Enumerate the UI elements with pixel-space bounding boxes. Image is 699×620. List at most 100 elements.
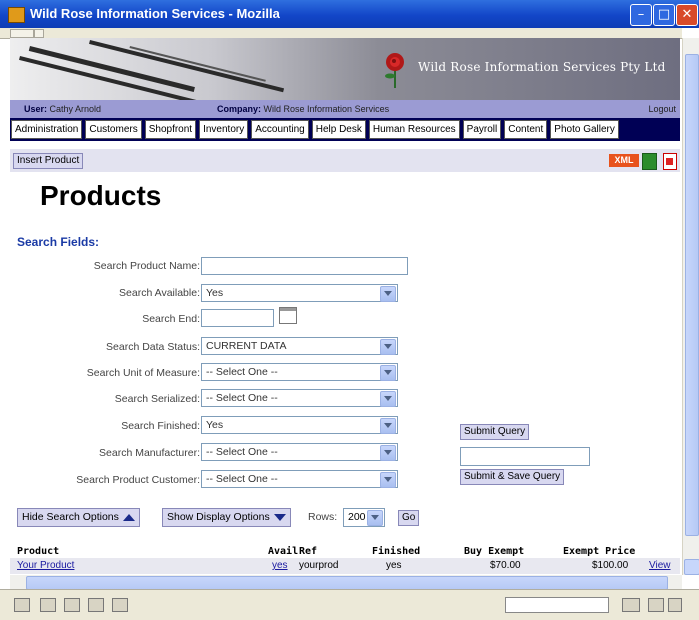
page-title: Products xyxy=(40,180,162,211)
nav-photo-gallery[interactable]: Photo Gallery xyxy=(550,120,619,139)
toolbar-grip-icon[interactable] xyxy=(10,29,34,38)
show-display-options-label: Show Display Options xyxy=(167,511,270,523)
search-unit-of-measure-value: -- Select One -- xyxy=(206,366,278,378)
dropdown-arrow-icon[interactable] xyxy=(380,391,396,407)
search-finished-label: Search Finished: xyxy=(121,420,200,432)
maximize-button[interactable]: □ xyxy=(653,4,675,26)
main-nav: Administration Customers Shopfront Inven… xyxy=(10,118,680,141)
calendar-icon[interactable] xyxy=(279,307,297,324)
search-data-status-label: Search Data Status: xyxy=(106,341,200,353)
column-header-buy-exempt[interactable]: Buy Exempt xyxy=(464,546,524,557)
composer-icon[interactable] xyxy=(64,598,80,612)
search-manufacturer-value: -- Select One -- xyxy=(206,446,278,458)
dropdown-arrow-icon[interactable] xyxy=(380,418,396,434)
submit-save-query-button[interactable]: Submit & Save Query xyxy=(460,469,565,485)
triangle-down-icon xyxy=(273,514,286,521)
search-product-customer-select[interactable]: -- Select One -- xyxy=(201,470,398,488)
search-unit-of-measure-label: Search Unit of Measure: xyxy=(86,367,200,379)
company-label: Company: xyxy=(217,104,262,114)
search-serialized-label: Search Serialized: xyxy=(114,393,200,405)
save-query-name-input[interactable] xyxy=(460,447,590,466)
rows-value: 200 xyxy=(348,511,366,523)
search-product-customer-label: Search Product Customer: xyxy=(76,474,200,486)
header-banner: Wild Rose Information Services Pty Ltd xyxy=(10,38,680,100)
action-bar: Insert Product XML xyxy=(10,149,680,172)
buy-exempt-cell: $70.00 xyxy=(490,560,521,571)
search-available-value: Yes xyxy=(206,287,224,299)
search-product-customer-value: -- Select One -- xyxy=(206,473,278,485)
address-book-icon[interactable] xyxy=(88,598,104,612)
status-bar xyxy=(0,589,699,620)
column-header-finished[interactable]: Finished xyxy=(372,546,420,557)
user-info: User: Cathy Arnold xyxy=(24,104,101,114)
horizontal-scrollbar[interactable] xyxy=(10,575,682,590)
chat-icon[interactable] xyxy=(112,598,128,612)
rows-select[interactable]: 200 xyxy=(343,508,385,527)
dropdown-arrow-icon[interactable] xyxy=(380,339,396,355)
vertical-scroll-thumb[interactable] xyxy=(685,54,699,536)
scroll-down-icon[interactable] xyxy=(684,559,699,575)
search-fields-heading: Search Fields: xyxy=(17,235,100,249)
vertical-scrollbar[interactable] xyxy=(682,38,699,575)
finished-cell: yes xyxy=(386,560,402,571)
nav-human-resources[interactable]: Human Resources xyxy=(368,120,460,139)
dropdown-arrow-icon[interactable] xyxy=(367,510,383,526)
toolbar-grip-icon[interactable] xyxy=(34,29,44,38)
submit-query-button[interactable]: Submit Query xyxy=(460,424,530,440)
column-header-exempt-price[interactable]: Exempt Price xyxy=(563,546,635,557)
search-manufacturer-select[interactable]: -- Select One -- xyxy=(201,443,398,461)
nav-content[interactable]: Content xyxy=(504,120,548,139)
nav-payroll[interactable]: Payroll xyxy=(462,120,502,139)
show-display-options-button[interactable]: Show Display Options xyxy=(162,508,291,527)
search-finished-value: Yes xyxy=(206,419,224,431)
search-product-name-input[interactable] xyxy=(201,257,408,275)
insert-product-button[interactable]: Insert Product xyxy=(13,153,84,169)
search-product-name-label: Search Product Name: xyxy=(93,260,200,272)
pdf-export-icon[interactable] xyxy=(663,153,677,170)
navigator-icon[interactable] xyxy=(14,598,30,612)
company-info: Company: Wild Rose Information Services xyxy=(217,104,389,114)
nav-help-desk[interactable]: Help Desk xyxy=(311,120,366,139)
go-button[interactable]: Go xyxy=(398,510,420,526)
dropdown-arrow-icon[interactable] xyxy=(380,472,396,488)
logout-link[interactable]: Logout xyxy=(648,104,676,114)
nav-accounting[interactable]: Accounting xyxy=(251,120,309,139)
product-link[interactable]: Your Product xyxy=(17,560,74,571)
search-manufacturer-label: Search Manufacturer: xyxy=(99,447,200,459)
close-button[interactable]: ✕ xyxy=(676,4,698,26)
nav-shopfront[interactable]: Shopfront xyxy=(144,120,197,139)
search-serialized-select[interactable]: -- Select One -- xyxy=(201,389,398,407)
search-data-status-value: CURRENT DATA xyxy=(206,340,287,352)
nav-administration[interactable]: Administration xyxy=(11,120,83,139)
nav-customers[interactable]: Customers xyxy=(85,120,142,139)
search-unit-of-measure-select[interactable]: -- Select One -- xyxy=(201,363,398,381)
column-header-product[interactable]: Product xyxy=(17,546,59,557)
column-header-avail[interactable]: Avail xyxy=(268,546,298,557)
hide-search-options-button[interactable]: Hide Search Options xyxy=(17,508,140,527)
browser-app-icon xyxy=(8,7,25,23)
company-name: Wild Rose Information Services xyxy=(263,104,390,114)
column-header-ref[interactable]: Ref xyxy=(299,546,317,557)
minimize-button[interactable]: – xyxy=(630,4,652,26)
status-progress-field xyxy=(505,597,609,613)
window-titlebar: Wild Rose Information Services - Mozilla… xyxy=(0,0,699,28)
table-row xyxy=(10,558,680,574)
xml-export-icon[interactable]: XML xyxy=(609,154,639,167)
search-available-label: Search Available: xyxy=(119,287,200,299)
avail-link[interactable]: yes xyxy=(272,560,288,571)
scroll-up-icon[interactable] xyxy=(684,38,698,52)
dropdown-arrow-icon[interactable] xyxy=(380,445,396,461)
search-data-status-select[interactable]: CURRENT DATA xyxy=(201,337,398,355)
triangle-up-icon xyxy=(122,514,135,521)
search-available-select[interactable]: Yes xyxy=(201,284,398,302)
search-finished-select[interactable]: Yes xyxy=(201,416,398,434)
view-link[interactable]: View xyxy=(649,560,671,571)
dropdown-arrow-icon[interactable] xyxy=(380,286,396,302)
nav-inventory[interactable]: Inventory xyxy=(199,120,249,139)
hide-search-options-label: Hide Search Options xyxy=(22,511,119,523)
search-end-input[interactable] xyxy=(201,309,274,327)
dropdown-arrow-icon[interactable] xyxy=(380,365,396,381)
excel-export-icon[interactable] xyxy=(642,153,657,170)
mail-icon[interactable] xyxy=(40,598,56,612)
horizontal-scroll-thumb[interactable] xyxy=(26,576,668,590)
